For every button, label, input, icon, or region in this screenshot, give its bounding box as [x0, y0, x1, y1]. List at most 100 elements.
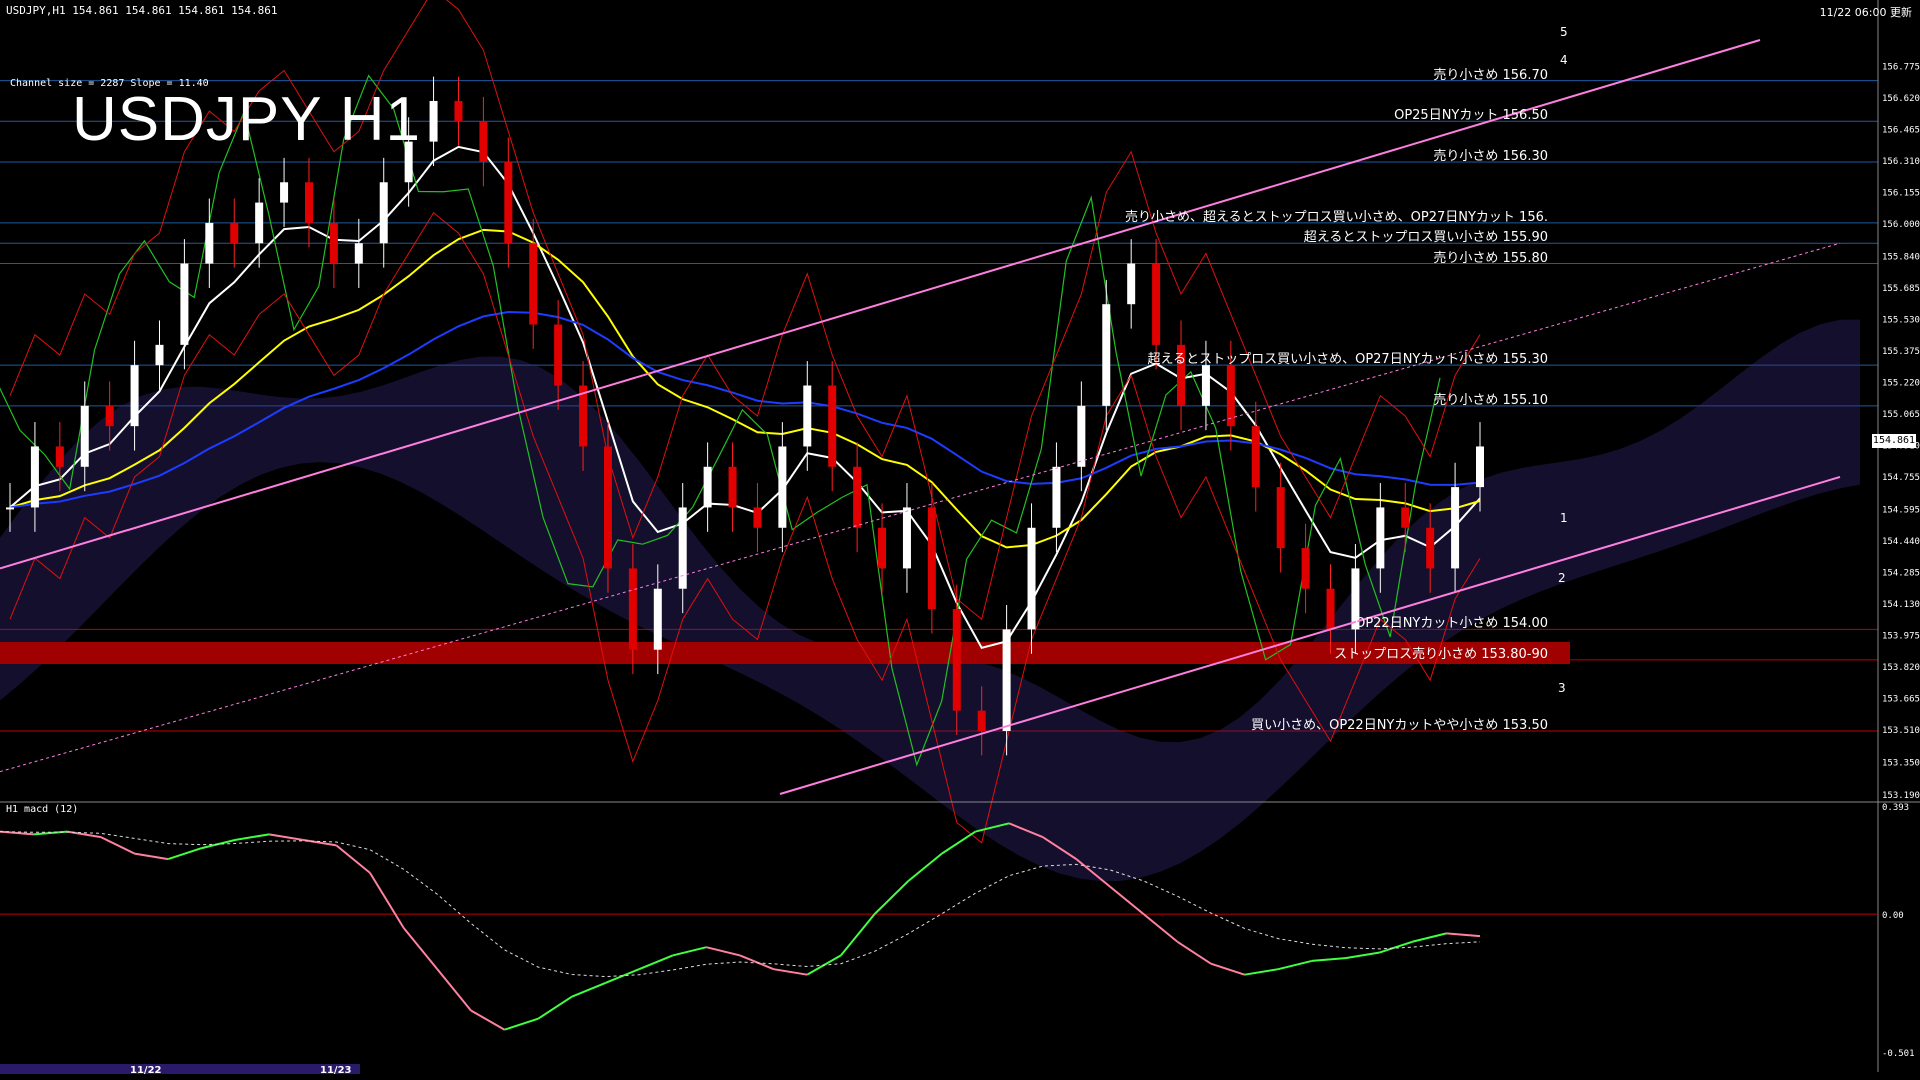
macd-segment — [907, 852, 943, 882]
candle-body — [30, 446, 39, 508]
macd-segment — [1210, 962, 1245, 976]
price-tick-label: 155.840 — [1882, 252, 1920, 262]
price-tick-label: 153.665 — [1882, 694, 1920, 704]
candle-body — [180, 263, 189, 345]
macd-segment — [235, 833, 270, 841]
candle-body — [902, 507, 911, 569]
level-annotation: 売り小さめ 156.30 — [1433, 148, 1548, 164]
candle-body — [1251, 426, 1260, 488]
macd-segment — [773, 968, 808, 976]
macd-panel: 0.393 0.00 -0.501 — [0, 801, 1920, 1059]
macd-segment — [134, 852, 169, 861]
level-annotation: 売り小さめ、超えるとストップロス買い小さめ、OP27日NYカット 156. — [1125, 209, 1548, 225]
candle-body — [354, 243, 363, 264]
candle-body — [1002, 629, 1011, 731]
candle-body — [778, 446, 787, 528]
price-tick-label: 156.775 — [1882, 62, 1920, 72]
price-tick-label: 156.000 — [1882, 220, 1920, 230]
macd-segment — [470, 1009, 506, 1031]
candle-body — [803, 385, 812, 447]
price-tick-label: 154.440 — [1882, 537, 1920, 547]
candle-body — [205, 222, 214, 264]
macd-segment — [504, 1017, 539, 1031]
candle-body — [230, 222, 239, 244]
candle-body — [105, 405, 114, 427]
candle-body — [1127, 263, 1136, 305]
update-time: 11/22 06:00 更新 — [1819, 6, 1912, 19]
wave-label: 5 — [1560, 25, 1568, 39]
candle-body — [1102, 304, 1111, 406]
candle-body — [1226, 365, 1235, 427]
candle-body — [853, 466, 862, 528]
macd-segment — [369, 872, 405, 929]
macd-segment — [706, 946, 741, 957]
wave-label: 4 — [1560, 53, 1568, 67]
macd-segment — [873, 880, 909, 915]
time-tick-label: 11/22 — [130, 1065, 162, 1076]
time-tick-label: 11/23 — [320, 1065, 352, 1076]
macd-segment — [638, 954, 674, 971]
price-tick-label: 156.620 — [1882, 94, 1920, 104]
candle-body — [1152, 263, 1161, 345]
candle-body — [753, 507, 762, 528]
candle-body — [628, 568, 637, 650]
macd-segment — [436, 968, 472, 1012]
level-annotation: 超えるとストップロス買い小さめ 155.90 — [1303, 230, 1548, 246]
candle-body — [130, 365, 139, 427]
candle-body — [529, 243, 538, 325]
price-tick-label: 154.130 — [1882, 600, 1920, 610]
macd-segment — [941, 830, 977, 855]
candle-body — [1077, 405, 1086, 467]
candle-body — [603, 446, 612, 569]
macd-segment — [1277, 959, 1313, 971]
candle-body — [678, 507, 687, 589]
macd-segment — [268, 833, 303, 841]
macd-segment — [100, 836, 135, 855]
price-tick-label: 155.530 — [1882, 315, 1920, 325]
candle-body — [1276, 487, 1285, 549]
macd-segment — [1176, 940, 1212, 965]
price-tick-label: 153.510 — [1882, 726, 1920, 736]
price-tick-label: 153.820 — [1882, 663, 1920, 673]
candle-body — [1376, 507, 1385, 569]
candle-body — [977, 710, 986, 731]
macd-segment — [335, 844, 371, 874]
macd-segment — [672, 946, 707, 957]
candle-body — [828, 385, 837, 467]
candle-body — [429, 100, 438, 142]
symbol-info: USDJPY,H1 154.861 154.861 154.861 154.86… — [6, 4, 278, 17]
candle-body — [653, 588, 662, 650]
level-annotation: 超えるとストップロス買い小さめ、OP27日NYカット小さめ 155.30 — [1147, 352, 1548, 368]
candle-body — [55, 446, 64, 467]
price-tick-label: 155.220 — [1882, 378, 1920, 388]
wave-label: 3 — [1558, 681, 1566, 695]
candle-body — [952, 609, 961, 711]
level-annotation: OP25日NYカット 156.50 — [1394, 108, 1548, 124]
candle-body — [504, 161, 513, 244]
candle-body — [479, 121, 488, 162]
macd-tick-label: -0.501 — [1882, 1049, 1915, 1059]
price-tick-label: 153.190 — [1882, 791, 1920, 801]
candle-body — [1052, 466, 1061, 528]
level-annotation: 売り小さめ 155.80 — [1433, 250, 1548, 266]
macd-tick-label: 0.393 — [1882, 803, 1909, 813]
candle-body — [1201, 365, 1210, 406]
price-tick-label: 153.350 — [1882, 758, 1920, 768]
candle-body — [80, 405, 89, 467]
macd-segment — [201, 838, 236, 850]
price-tick-label: 153.975 — [1882, 631, 1920, 641]
level-annotation: OP22日NYカット小さめ 154.00 — [1355, 616, 1548, 632]
level-annotation: 買い小さめ、OP22日NYカットやや小さめ 153.50 — [1251, 717, 1548, 733]
bottom-timebar: 11/22 11/23 — [0, 1064, 360, 1076]
price-tick-label: 154.755 — [1882, 473, 1920, 483]
candle-body — [1426, 527, 1435, 569]
wave-label: 1 — [1560, 511, 1568, 525]
candle-body — [280, 182, 289, 203]
candle-body — [454, 100, 463, 122]
candle-body — [304, 182, 313, 223]
macd-segment — [167, 847, 203, 861]
price-tick-label: 156.310 — [1882, 157, 1920, 167]
candle-body — [1451, 487, 1460, 569]
chart-title: USDJPY H1 — [72, 85, 421, 154]
level-annotation: 売り小さめ 156.70 — [1433, 67, 1548, 83]
